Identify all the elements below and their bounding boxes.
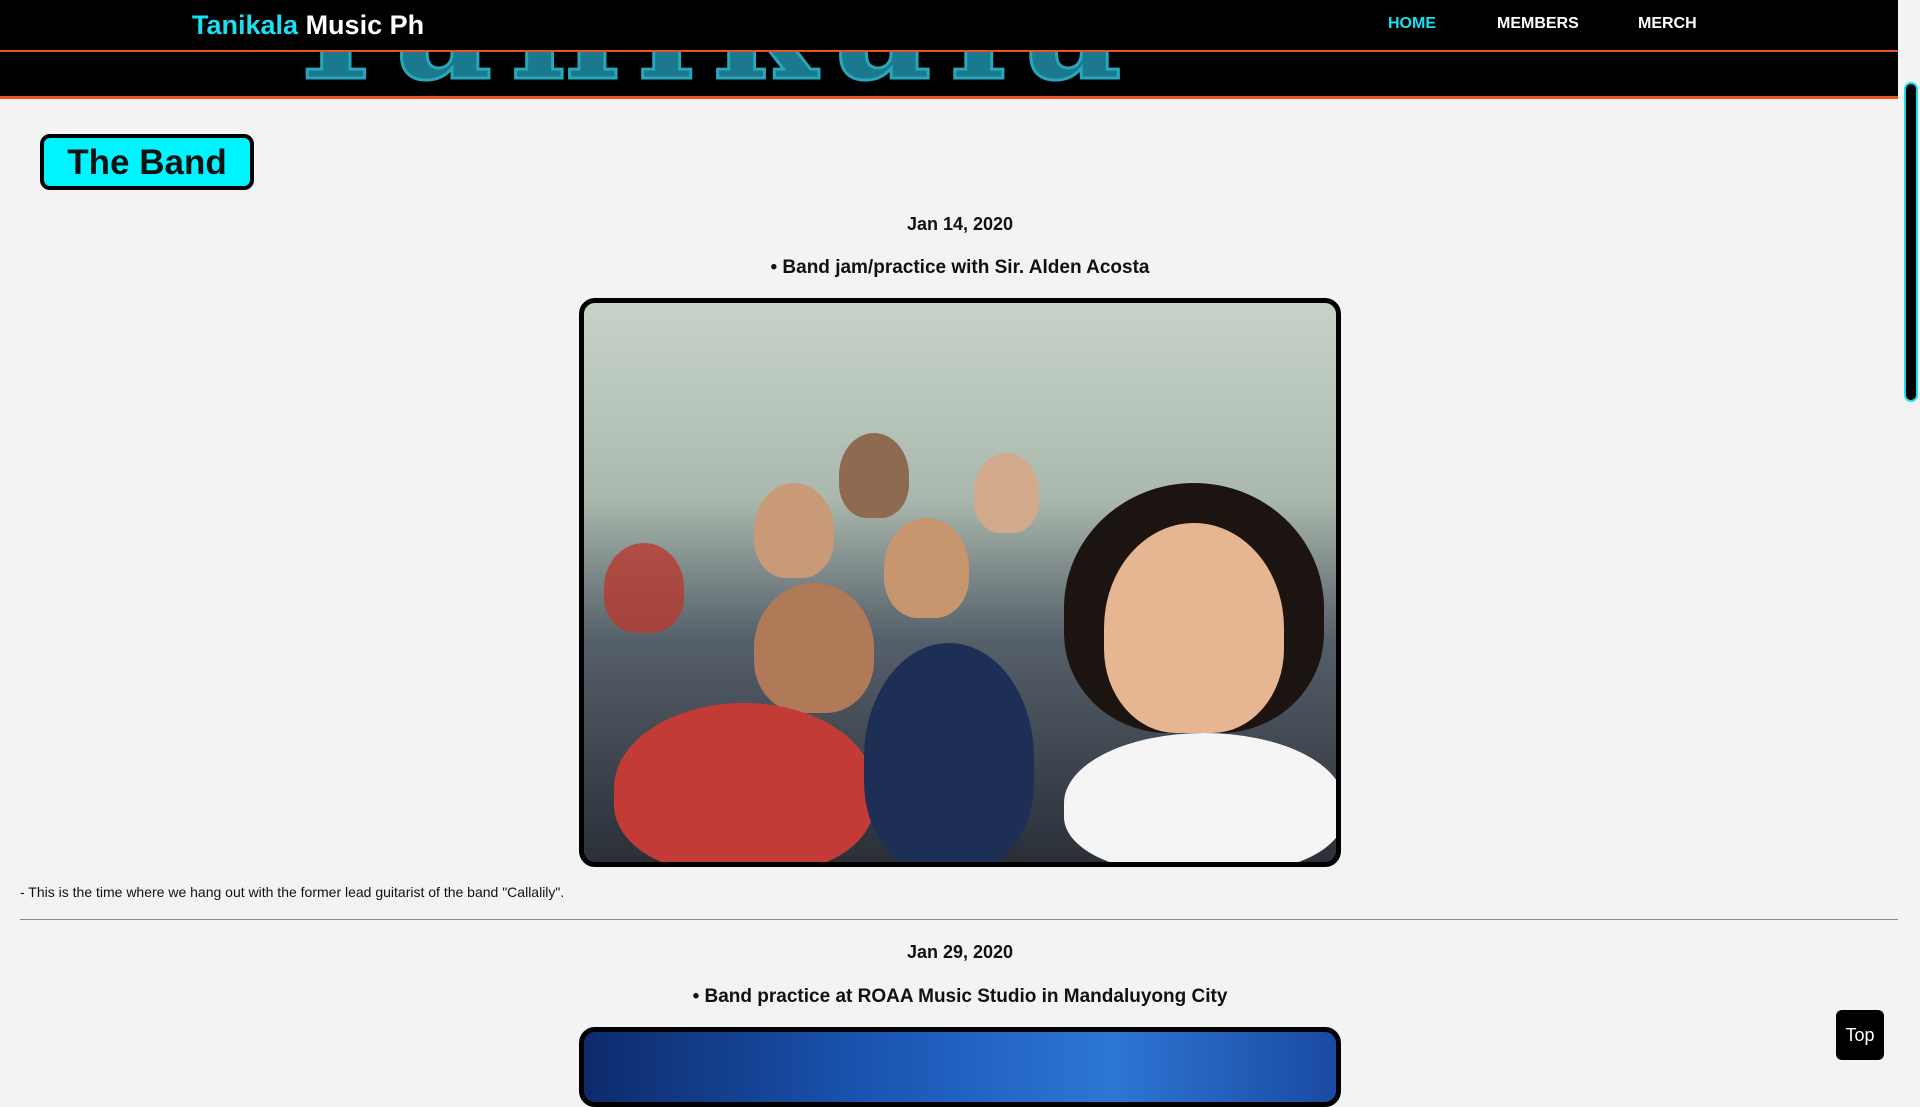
scrollbar-thumb[interactable] — [1904, 82, 1918, 402]
person-shape — [839, 433, 909, 518]
nav-members[interactable]: MEMBERS — [1497, 15, 1579, 33]
studio-photo — [579, 1027, 1341, 1107]
person-shape — [1104, 523, 1284, 733]
post-title: • Band jam/practice with Sir. Alden Acos… — [770, 257, 1150, 278]
nav-merch[interactable]: MERCH — [1638, 15, 1697, 33]
person-shape — [754, 483, 834, 578]
red-shirt-shape — [614, 703, 874, 862]
back-to-top-button[interactable]: Top — [1836, 1010, 1884, 1060]
white-shirt-shape — [1064, 733, 1336, 862]
person-shape — [974, 453, 1039, 533]
post-date: Jan 29, 2020 — [906, 942, 1014, 962]
nav-home[interactable]: HOME — [1388, 15, 1436, 33]
brand-logo[interactable]: Tanikala Music Ph — [192, 10, 424, 41]
post-date: Jan 14, 2020 — [906, 214, 1014, 234]
post-caption: - This is the time where we hang out wit… — [20, 884, 565, 900]
blue-shirt-shape — [864, 643, 1034, 862]
brand-rest: Music Ph — [298, 10, 425, 40]
post-title: • Band practice at ROAA Music Studio in … — [692, 986, 1228, 1007]
brand-accent: Tanikala — [192, 10, 299, 40]
top-navbar: Tanikala Music Ph HOME MEMBERS MERCH — [0, 0, 1898, 52]
person-shape — [754, 583, 874, 713]
divider — [20, 919, 1898, 920]
car-shape — [604, 543, 684, 633]
band-photo — [579, 298, 1341, 867]
section-title: The Band — [40, 134, 254, 190]
scrollbar-track[interactable] — [1898, 0, 1920, 1080]
person-shape — [884, 518, 969, 618]
